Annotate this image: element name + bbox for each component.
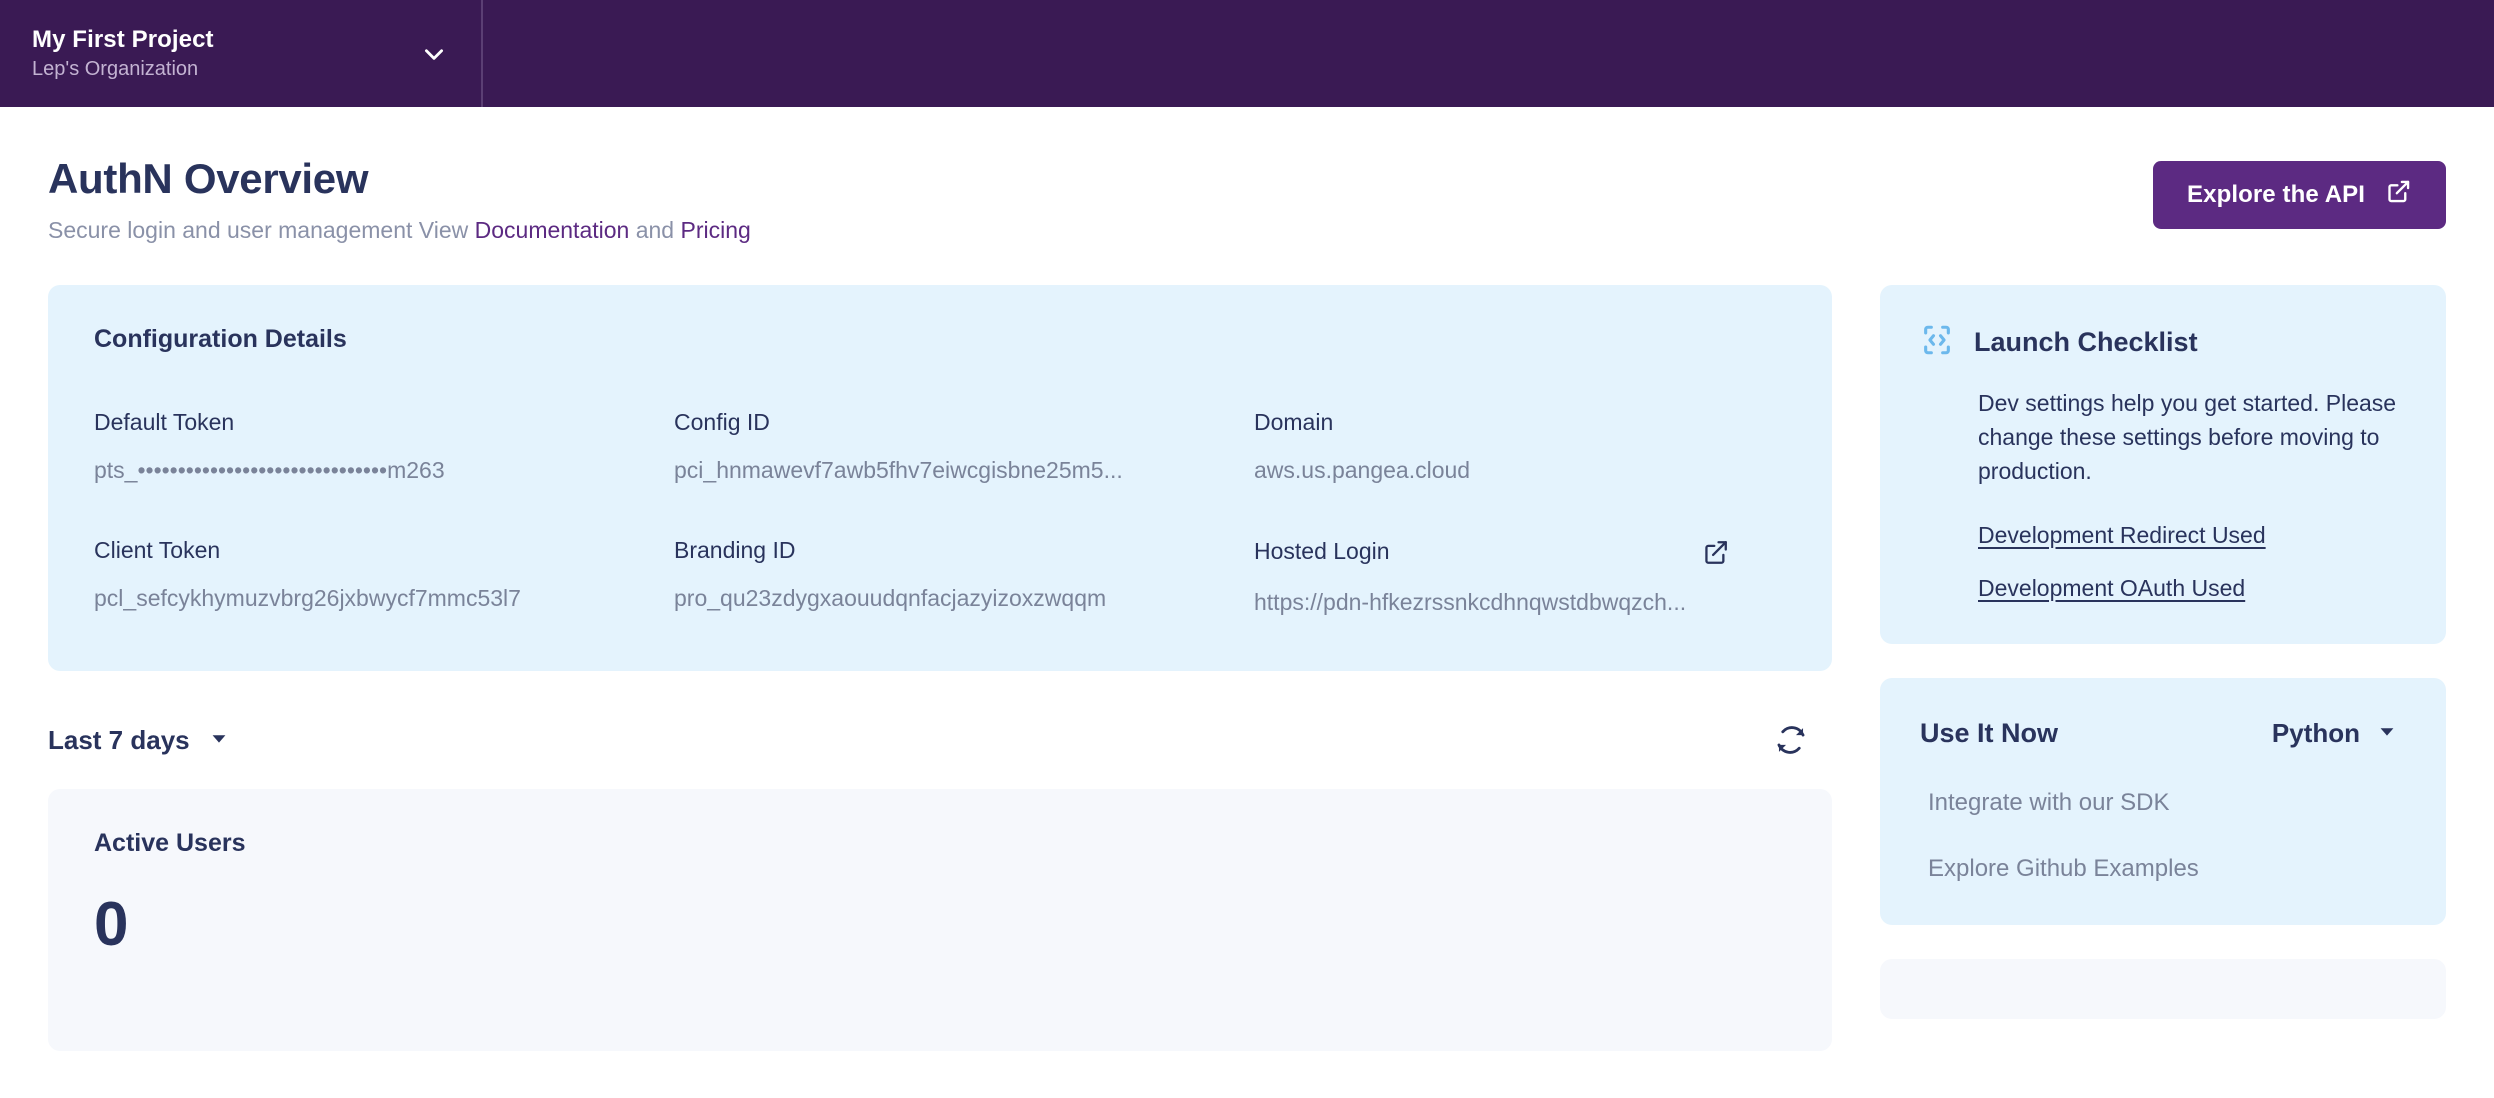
- field-value: aws.us.pangea.cloud: [1254, 457, 1471, 484]
- page-title: AuthN Overview: [48, 155, 369, 202]
- content-columns: Configuration Details Default Token pts_…: [48, 284, 2446, 1052]
- explore-api-label: Explore the API: [2187, 181, 2365, 208]
- refresh-icon: [1774, 726, 1808, 760]
- field-label: Branding ID: [674, 536, 796, 563]
- active-users-value: 0: [94, 890, 129, 960]
- field-default-token-label-row: Default Token: [94, 408, 654, 435]
- external-link-icon: [2385, 178, 2412, 212]
- field-config-id-label-row: Config ID: [674, 408, 1234, 435]
- development-oauth-used-link[interactable]: Development OAuth Used: [1978, 575, 2245, 602]
- field-default-token: Default Token pts_••••••••••••••••••••••…: [94, 408, 674, 484]
- explore-api-button[interactable]: Explore the API: [2153, 161, 2446, 229]
- launch-checklist-header: Launch Checklist: [1920, 323, 2406, 362]
- organization-name: Lep's Organization: [32, 58, 199, 80]
- page-header: AuthN Overview Secure login and user man…: [48, 107, 2446, 245]
- field-hosted-login-label-row: Hosted Login: [1254, 538, 1766, 567]
- subtitle-mid: and: [635, 217, 675, 244]
- language-select[interactable]: Python: [2272, 718, 2398, 749]
- project-name: My First Project: [32, 26, 214, 53]
- chevron-down-icon: [421, 41, 447, 67]
- refresh-button[interactable]: [1774, 723, 1808, 757]
- configuration-details-heading: Configuration Details: [94, 324, 347, 353]
- project-switcher[interactable]: My First Project Lep's Organization: [0, 0, 483, 107]
- field-domain-label-row: Domain: [1254, 408, 1766, 435]
- launch-checklist-links: Development Redirect Used Development OA…: [1978, 522, 2406, 602]
- field-value: pcl_sefcykhymuzvbrg26jxbwycf7mmc53l7: [94, 584, 521, 611]
- hosted-login-external-link-icon[interactable]: [1701, 538, 1730, 567]
- active-users-title: Active Users: [94, 829, 246, 858]
- field-domain: Domain aws.us.pangea.cloud: [1254, 408, 1786, 484]
- field-hosted-login: Hosted Login https://pdn-hfkezrssnkcdhnq…: [1254, 538, 1786, 615]
- development-redirect-used-link[interactable]: Development Redirect Used: [1978, 522, 2266, 549]
- language-label: Python: [2271, 717, 2360, 748]
- subtitle-prefix: Secure login and user management View: [48, 217, 469, 244]
- chevron-down-icon: [2376, 718, 2398, 749]
- chevron-down-icon: [208, 725, 230, 756]
- launch-checklist-body: Dev settings help you get started. Pleas…: [1978, 389, 2397, 484]
- integrate-sdk-item[interactable]: Integrate with our SDK: [1928, 790, 2406, 815]
- page-header-text: AuthN Overview Secure login and user man…: [48, 155, 751, 245]
- time-range-row: Last 7 days: [48, 723, 1832, 757]
- side-column: Launch Checklist Dev settings help you g…: [1880, 284, 2446, 1019]
- field-client-token: Client Token pcl_sefcykhymuzvbrg26jxbwyc…: [94, 536, 674, 615]
- launch-checklist-panel: Launch Checklist Dev settings help you g…: [1880, 284, 2446, 644]
- project-switcher-text: My First Project Lep's Organization: [32, 26, 214, 80]
- use-it-now-title: Use It Now: [1920, 717, 2059, 748]
- side-bottom-card: [1880, 958, 2446, 1019]
- page-subtitle: Secure login and user management View Do…: [48, 217, 751, 245]
- field-branding-id-label-row: Branding ID: [674, 536, 1234, 563]
- top-bar: My First Project Lep's Organization: [0, 0, 2494, 107]
- configuration-fields-grid: Default Token pts_••••••••••••••••••••••…: [94, 408, 1786, 615]
- field-value: pro_qu23zdygxaouudqnfacjazyizoxzwqqm: [674, 584, 1107, 611]
- use-it-now-header: Use It Now Python: [1914, 718, 2406, 749]
- pricing-link[interactable]: Pricing: [680, 217, 750, 243]
- page-content: AuthN Overview Secure login and user man…: [0, 107, 2494, 1052]
- field-label: Hosted Login: [1254, 538, 1390, 565]
- time-range-select[interactable]: Last 7 days: [48, 725, 230, 756]
- field-config-id: Config ID pci_hnmawevf7awb5fhv7eiwcgisbn…: [674, 408, 1254, 484]
- field-label: Config ID: [674, 408, 770, 435]
- time-range-label: Last 7 days: [48, 724, 190, 755]
- field-value: pci_hnmawevf7awb5fhv7eiwcgisbne25m5...: [674, 457, 1123, 484]
- field-value: https://pdn-hfkezrssnkcdhnqwstdbwqzch...: [1254, 588, 1687, 615]
- field-label: Client Token: [94, 536, 221, 563]
- use-it-now-panel: Use It Now Python Integrate with our SDK…: [1880, 677, 2446, 925]
- field-branding-id: Branding ID pro_qu23zdygxaouudqnfacjazyi…: [674, 536, 1254, 615]
- active-users-card: Active Users 0: [48, 789, 1832, 1052]
- launch-checklist-title: Launch Checklist: [1974, 326, 2198, 357]
- documentation-link[interactable]: Documentation: [475, 217, 630, 243]
- configuration-details-card: Configuration Details Default Token pts_…: [48, 284, 1832, 672]
- field-client-token-label-row: Client Token: [94, 536, 654, 563]
- field-label: Domain: [1254, 408, 1334, 435]
- explore-github-examples-item[interactable]: Explore Github Examples: [1928, 856, 2406, 881]
- code-brackets-icon: [1920, 323, 1954, 362]
- main-column: Configuration Details Default Token pts_…: [48, 284, 1832, 1052]
- field-value: pts_•••••••••••••••••••••••••••••••m263: [94, 457, 445, 484]
- field-label: Default Token: [94, 408, 235, 435]
